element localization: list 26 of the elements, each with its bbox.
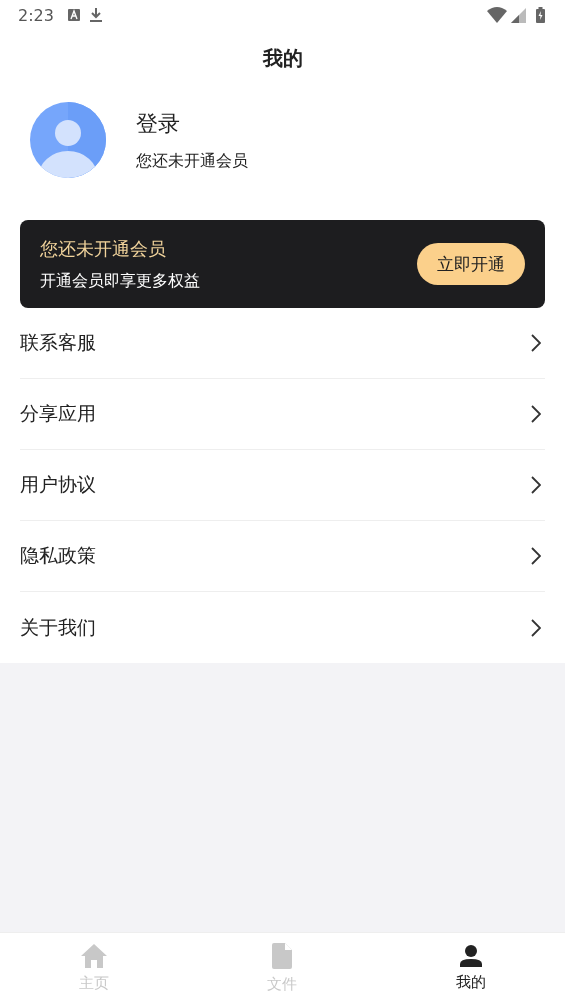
chevron-right-icon bbox=[531, 334, 541, 352]
signal-icon bbox=[511, 7, 526, 23]
menu-item[interactable]: 分享应用 bbox=[20, 401, 96, 427]
chevron-right-icon bbox=[531, 405, 541, 423]
wifi-icon bbox=[487, 7, 507, 23]
status-time: 2:23 bbox=[18, 5, 54, 25]
vip-subtitle: 开通会员即享更多权益 bbox=[40, 270, 201, 292]
menu-item[interactable]: 用户协议 bbox=[20, 472, 96, 498]
person-icon bbox=[459, 945, 482, 967]
login-link[interactable]: 登录 bbox=[136, 108, 248, 139]
menu-item[interactable]: 关于我们 bbox=[20, 614, 96, 641]
chevron-right-icon bbox=[531, 547, 541, 565]
battery-icon bbox=[536, 7, 545, 23]
vip-title: 您还未开通会员 bbox=[40, 236, 167, 261]
membership-status: 您还未开通会员 bbox=[136, 150, 248, 172]
chevron-right-icon bbox=[531, 476, 541, 494]
activate-button[interactable]: 立即开通 bbox=[417, 243, 525, 285]
home-icon bbox=[81, 944, 108, 968]
page-title: 我的 bbox=[261, 44, 304, 72]
document-icon bbox=[272, 943, 293, 969]
menu-item[interactable]: 隐私政策 bbox=[20, 543, 96, 569]
nav-tab[interactable]: 我的 bbox=[376, 933, 565, 1004]
chevron-right-icon bbox=[531, 618, 541, 637]
text-notification-icon bbox=[67, 9, 80, 21]
menu-item[interactable]: 联系客服 bbox=[20, 330, 96, 356]
download-icon bbox=[89, 8, 102, 22]
